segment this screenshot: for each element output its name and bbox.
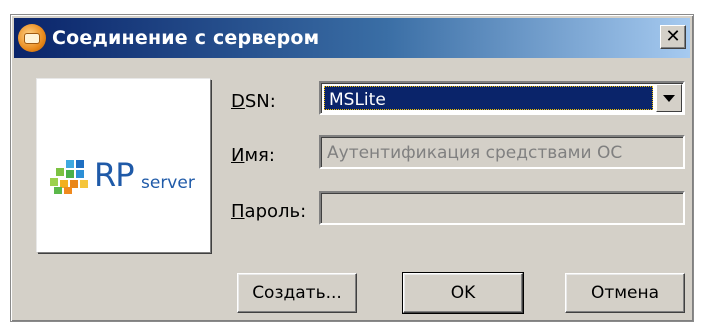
dsn-combobox[interactable]: MSLite — [319, 81, 685, 115]
logo-text-sub: server — [141, 173, 195, 193]
cancel-button[interactable]: Отмена — [565, 273, 685, 313]
rpserver-logo: RP server — [37, 79, 211, 253]
logo-squares-icon — [50, 160, 88, 194]
logo-text-main: RP — [94, 156, 135, 194]
ok-button[interactable]: OK — [402, 272, 524, 314]
dsn-dropdown-button[interactable] — [656, 84, 682, 112]
window-title: Соединение с сервером — [52, 27, 320, 49]
app-icon — [18, 24, 46, 52]
password-label: Пароль: — [231, 201, 307, 222]
create-button[interactable]: Создать... — [237, 273, 357, 313]
dsn-selected-value: MSLite — [324, 86, 653, 110]
title-bar[interactable]: Соединение с сервером ✕ — [14, 18, 690, 58]
name-label: Имя: — [231, 145, 275, 166]
connection-dialog: Соединение с сервером ✕ RP server DSN: M… — [10, 14, 694, 322]
name-field: Аутентификация средствами ОС — [319, 135, 685, 169]
close-button[interactable]: ✕ — [660, 25, 686, 49]
dsn-label: DSN: — [231, 91, 276, 112]
chevron-down-icon — [663, 94, 675, 102]
password-field — [319, 191, 685, 225]
